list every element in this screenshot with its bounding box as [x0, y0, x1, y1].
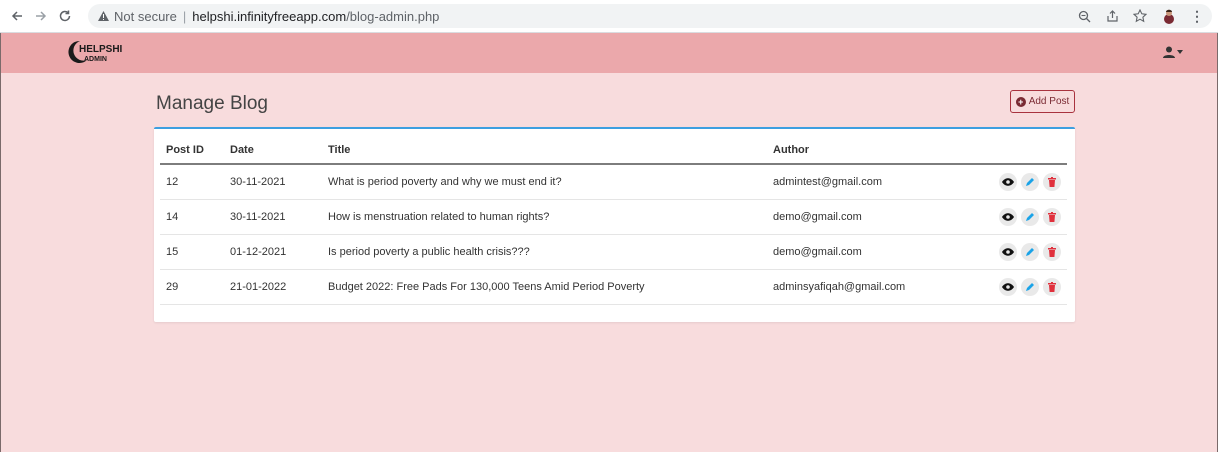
- pencil-icon[interactable]: [1021, 207, 1039, 226]
- navbar: HELPSHI ADMIN: [1, 33, 1217, 73]
- eye-icon[interactable]: [999, 172, 1017, 191]
- cell-title: What is period poverty and why we must e…: [322, 164, 767, 200]
- zoom-icon[interactable]: [1076, 8, 1092, 24]
- share-icon[interactable]: [1104, 8, 1120, 24]
- header-actions: [967, 137, 1067, 165]
- cell-post-id: 15: [160, 234, 224, 270]
- cell-date: 21-01-2022: [224, 269, 322, 305]
- caret-down-icon: [1177, 50, 1183, 54]
- cell-title: How is menstruation related to human rig…: [322, 199, 767, 235]
- plus-circle-icon: +: [1015, 96, 1026, 107]
- header-author: Author: [767, 137, 967, 165]
- posts-card: Post ID Date Title Author 12 30-11-2021 …: [154, 127, 1075, 322]
- cell-date: 01-12-2021: [224, 234, 322, 270]
- address-bar[interactable]: Not secure | helpshi.infinityfreeapp.com…: [88, 4, 1212, 28]
- logo[interactable]: HELPSHI ADMIN: [66, 38, 146, 66]
- cell-title: Is period poverty a public health crisis…: [322, 234, 767, 270]
- posts-table: Post ID Date Title Author 12 30-11-2021 …: [160, 137, 1067, 305]
- trash-icon[interactable]: [1043, 277, 1061, 296]
- table-header-row: Post ID Date Title Author: [160, 137, 1067, 165]
- pencil-icon[interactable]: [1021, 277, 1039, 296]
- table-row: 29 21-01-2022 Budget 2022: Free Pads For…: [160, 269, 1067, 305]
- header-date: Date: [224, 137, 322, 165]
- forward-icon[interactable]: [30, 5, 52, 27]
- back-icon[interactable]: [6, 5, 28, 27]
- header-post-id: Post ID: [160, 137, 224, 165]
- table-row: 12 30-11-2021 What is period poverty and…: [160, 164, 1067, 200]
- page: HELPSHI ADMIN Manage Blog + Add Post Pos…: [0, 33, 1218, 452]
- logo-text-line2: ADMIN: [84, 56, 107, 63]
- user-icon: [1163, 46, 1175, 58]
- cell-post-id: 12: [160, 164, 224, 200]
- add-post-button[interactable]: + Add Post: [1010, 90, 1075, 113]
- eye-icon[interactable]: [999, 277, 1017, 296]
- table-row: 14 30-11-2021 How is menstruation relate…: [160, 199, 1067, 235]
- pencil-icon[interactable]: [1021, 172, 1039, 191]
- cell-author: demo@gmail.com: [767, 234, 967, 270]
- cell-title: Budget 2022: Free Pads For 130,000 Teens…: [322, 269, 767, 305]
- header-title: Title: [322, 137, 767, 165]
- cell-post-id: 14: [160, 199, 224, 235]
- cell-post-id: 29: [160, 269, 224, 305]
- cell-author: demo@gmail.com: [767, 199, 967, 235]
- trash-icon[interactable]: [1043, 242, 1061, 261]
- kebab-icon[interactable]: ⋮: [1190, 8, 1204, 25]
- reload-icon[interactable]: [54, 5, 76, 27]
- pencil-icon[interactable]: [1021, 242, 1039, 261]
- page-title: Manage Blog: [156, 93, 268, 114]
- logo-text-line1: HELPSHI: [79, 44, 123, 55]
- profile-avatar-icon[interactable]: [1160, 7, 1178, 25]
- browser-toolbar: Not secure | helpshi.infinityfreeapp.com…: [0, 0, 1218, 33]
- main-content: Manage Blog + Add Post Post ID Date Titl…: [154, 73, 1075, 322]
- cell-date: 30-11-2021: [224, 199, 322, 235]
- table-row: 15 01-12-2021 Is period poverty a public…: [160, 234, 1067, 270]
- url-path: /blog-admin.php: [346, 8, 440, 24]
- user-menu[interactable]: [1163, 46, 1183, 58]
- trash-icon[interactable]: [1043, 172, 1061, 191]
- warning-icon: [98, 11, 109, 21]
- not-secure-label: Not secure: [114, 8, 177, 24]
- star-icon[interactable]: [1132, 8, 1148, 24]
- url-separator: |: [182, 8, 187, 24]
- cell-author: adminsyafiqah@gmail.com: [767, 269, 967, 305]
- add-post-label: Add Post: [1028, 96, 1070, 107]
- trash-icon[interactable]: [1043, 207, 1061, 226]
- eye-icon[interactable]: [999, 207, 1017, 226]
- cell-date: 30-11-2021: [224, 164, 322, 200]
- eye-icon[interactable]: [999, 242, 1017, 261]
- url-host: helpshi.infinityfreeapp.com: [192, 8, 347, 24]
- cell-author: admintest@gmail.com: [767, 164, 967, 200]
